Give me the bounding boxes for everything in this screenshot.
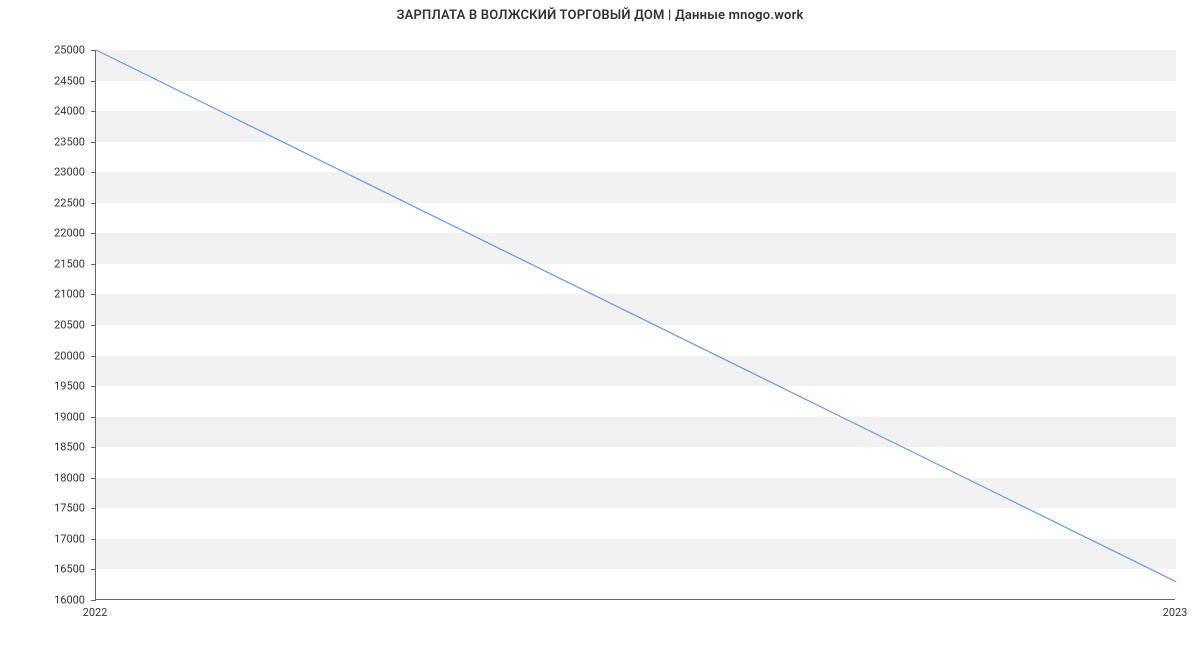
y-tick-label: 16500	[35, 563, 85, 576]
y-tick-label: 18500	[35, 441, 85, 454]
y-tick-label: 20000	[35, 349, 85, 362]
plot-area	[95, 50, 1175, 600]
chart-title: ЗАРПЛАТА В ВОЛЖСКИЙ ТОРГОВЫЙ ДОМ | Данны…	[0, 0, 1200, 23]
y-tick-label: 17000	[35, 532, 85, 545]
y-tick-label: 25000	[35, 44, 85, 57]
series-line	[96, 50, 1176, 582]
line-layer	[96, 50, 1176, 600]
y-tick-label: 22000	[35, 227, 85, 240]
x-tick-label: 2022	[83, 606, 108, 619]
chart-container: 1600016500170001750018000185001900019500…	[95, 50, 1175, 600]
y-tick-label: 17500	[35, 502, 85, 515]
y-tick-label: 19500	[35, 380, 85, 393]
y-tick-label: 19000	[35, 410, 85, 423]
y-tick-mark	[91, 600, 96, 601]
y-tick-label: 23000	[35, 166, 85, 179]
y-tick-label: 22500	[35, 196, 85, 209]
y-tick-label: 24000	[35, 105, 85, 118]
y-tick-label: 20500	[35, 319, 85, 332]
y-tick-label: 18000	[35, 471, 85, 484]
y-tick-label: 21000	[35, 288, 85, 301]
y-tick-label: 16000	[35, 594, 85, 607]
y-tick-label: 21500	[35, 257, 85, 270]
y-tick-label: 23500	[35, 135, 85, 148]
y-tick-label: 24500	[35, 74, 85, 87]
x-tick-label: 2023	[1163, 606, 1188, 619]
